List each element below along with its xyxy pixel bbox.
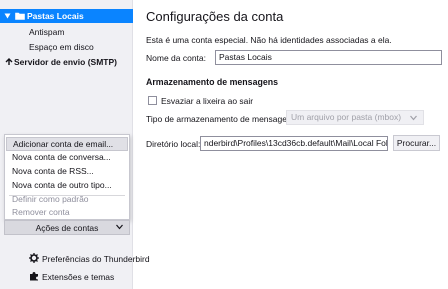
- folder-icon: [15, 12, 25, 20]
- menu-item-add-other-account[interactable]: Nova conta de outro tipo...: [6, 178, 128, 192]
- account-tree-item-disk-space[interactable]: Espaço em disco: [0, 40, 133, 54]
- addons-link[interactable]: Extensões e temas: [42, 272, 114, 282]
- chevron-down-icon: [116, 224, 123, 230]
- account-tree-item-local-folders[interactable]: Pastas Locais: [0, 9, 133, 23]
- account-name-input[interactable]: Pastas Locais: [215, 50, 442, 65]
- menu-item-set-default: Definir como padrão: [12, 194, 89, 204]
- outgoing-server-icon: [5, 58, 13, 65]
- browse-button[interactable]: Procurar...: [393, 135, 440, 151]
- account-name-field-label: Nome da conta:: [146, 53, 207, 63]
- empty-trash-label: Esvaziar a lixeira ao sair: [161, 96, 254, 106]
- account-tree-item-junk[interactable]: Antispam: [0, 25, 133, 39]
- tree-item-label: Espaço em disco: [29, 42, 94, 52]
- puzzle-piece-icon: [30, 272, 38, 281]
- storage-type-select: Um arquivo por pasta (mbox): [286, 110, 424, 125]
- menu-item-remove-account: Remover conta: [12, 207, 70, 217]
- account-actions-label: Ações de contas: [35, 222, 99, 233]
- storage-type-label: Tipo de armazenamento de mensagens:: [146, 114, 299, 124]
- account-actions-menu: Adicionar conta de email... Nova conta d…: [4, 134, 130, 220]
- empty-trash-checkbox[interactable]: [148, 96, 157, 105]
- account-name-label: Pastas Locais: [27, 11, 84, 21]
- chevron-down-icon: [410, 115, 417, 121]
- menu-item-add-chat-account[interactable]: Nova conta de conversa...: [6, 150, 128, 164]
- tree-item-label: Servidor de envio (SMTP): [14, 57, 117, 67]
- tree-item-label: Antispam: [29, 27, 65, 37]
- local-directory-input[interactable]: nderbird\Profiles\13cd36cb.default\Mail\…: [200, 136, 388, 151]
- menu-item-add-rss-account[interactable]: Nova conta de RSS...: [6, 164, 128, 178]
- page-title: Configurações da conta: [146, 9, 284, 24]
- chevron-down-icon[interactable]: [4, 13, 11, 19]
- account-sidebar: Pastas Locais Antispam Espaço em disco S…: [0, 0, 150, 289]
- account-settings-pane: Configurações da conta Esta é uma conta …: [134, 0, 448, 289]
- account-tree-item-smtp[interactable]: Servidor de envio (SMTP): [0, 55, 133, 69]
- storage-section-title: Armazenamento de mensagens: [146, 77, 278, 87]
- account-description: Esta é uma conta especial. Não há identi…: [146, 35, 392, 45]
- menu-item-add-mail-account[interactable]: Adicionar conta de email...: [6, 137, 128, 151]
- account-actions-button[interactable]: Ações de contas: [4, 220, 130, 235]
- gear-icon: [29, 253, 39, 263]
- storage-type-value: Um arquivo por pasta (mbox): [291, 112, 402, 122]
- local-directory-label: Diretório local:: [146, 139, 201, 149]
